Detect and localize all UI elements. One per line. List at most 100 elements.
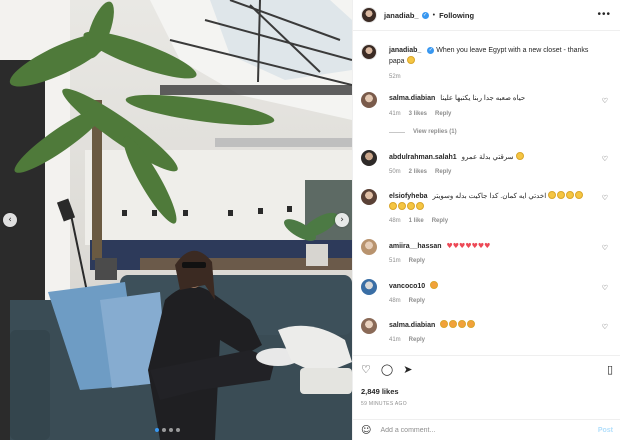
comment-text: elsiofyheba اخدتي ايه كمان. كدا جاكيت بد… — [389, 191, 597, 213]
view-replies-button[interactable]: View replies (1) — [389, 129, 457, 135]
carousel-prev-button[interactable]: ‹ — [3, 213, 17, 227]
heart-eyes-emoji — [449, 320, 458, 328]
commenter-avatar[interactable] — [361, 279, 377, 295]
face-emoji — [407, 202, 415, 210]
comment-username[interactable]: abdulrahman.salah1 — [389, 154, 457, 161]
face-emoji — [557, 191, 566, 199]
commenter-avatar[interactable] — [361, 92, 377, 108]
comment-time: 50m — [389, 169, 401, 175]
face-emoji — [416, 202, 424, 210]
heart-icon[interactable]: ♡ — [602, 194, 608, 202]
comment-meta: 41m 3 likes Reply — [389, 111, 451, 117]
comment-time: 41m — [389, 337, 401, 343]
author-avatar[interactable] — [361, 44, 377, 60]
comment-meta: 48m Reply — [389, 298, 425, 304]
heart-eyes-emoji — [458, 320, 467, 328]
more-horizontal-icon[interactable]: ••• — [597, 9, 611, 20]
caption-text: janadiab_ ✓ When you leave Egypt with a n… — [389, 46, 597, 67]
face-emoji — [548, 191, 557, 199]
following-button[interactable]: Following — [439, 11, 474, 20]
action-icons: ♡ ◯ ➤ — [361, 364, 412, 376]
chevron-right-icon: › — [340, 214, 344, 225]
comment-likes[interactable]: 1 like — [409, 218, 424, 224]
heart-icon[interactable]: ♡ — [602, 155, 608, 163]
heart-icon[interactable]: ♡ — [361, 364, 371, 376]
reply-button[interactable]: Reply — [432, 218, 448, 224]
comment-username[interactable]: elsiofyheba — [389, 193, 428, 200]
face-emoji — [398, 202, 406, 210]
carousel-dot — [162, 428, 166, 432]
post-timestamp: 59 MINUTES AGO — [361, 401, 407, 407]
caption-username[interactable]: janadiab_ — [389, 47, 421, 54]
comment-time: 51m — [389, 258, 401, 264]
chevron-left-icon: ‹ — [8, 214, 12, 225]
carousel-dot — [176, 428, 180, 432]
face-emoji — [515, 152, 524, 160]
carousel-next-button[interactable]: › — [335, 213, 349, 227]
comment-body: سرقتي بدلة عمرو — [461, 154, 514, 161]
heart-eyes-emoji — [430, 281, 439, 289]
replies-line — [389, 131, 405, 133]
send-icon[interactable]: ➤ — [403, 364, 412, 376]
reply-button[interactable]: Reply — [409, 337, 425, 343]
comment-time: 48m — [389, 298, 401, 304]
post-sidebar: janadiab_ ✓ • Following ••• janadiab_ ✓ W… — [352, 0, 620, 440]
header-separator: • — [432, 11, 436, 19]
face-emoji — [575, 191, 584, 199]
comment-time: 48m — [389, 218, 401, 224]
comment-username[interactable]: amiira__hassan — [389, 243, 442, 250]
caption-meta: 52m — [389, 74, 401, 80]
caption-time: 52m — [389, 74, 401, 80]
carousel-indicator — [155, 428, 180, 432]
comment-text: salma.diabian حياه صعبه جدا ربنا يكتبها … — [389, 94, 597, 104]
carousel-dot — [155, 428, 159, 432]
comment-text: abdulrahman.salah1 سرقتي بدلة عمرو — [389, 152, 597, 163]
comment-text: amiira__hassan ♥♥♥♥♥♥♥ — [389, 241, 597, 252]
likes-count[interactable]: 2,849 likes — [361, 387, 399, 396]
comment-meta: 50m 2 likes Reply — [389, 169, 451, 175]
reply-button[interactable]: Reply — [409, 298, 425, 304]
post-comment-button[interactable]: Post — [598, 427, 613, 434]
heart-icon[interactable]: ♡ — [602, 284, 608, 292]
comment-input[interactable] — [380, 427, 598, 434]
verified-badge-icon: ✓ — [427, 46, 435, 54]
comment-icon[interactable]: ◯ — [381, 364, 393, 376]
commenter-avatar[interactable] — [361, 318, 377, 334]
smiley-icon[interactable]: ☺ — [361, 425, 371, 436]
comment-likes[interactable]: 3 likes — [409, 111, 427, 117]
post-actions: ♡ ◯ ➤ ▯ 2,849 likes 59 MINUTES AGO ☺ Pos… — [353, 355, 620, 440]
comment-text: vancoco10 — [389, 281, 597, 292]
author-avatar[interactable] — [361, 7, 377, 23]
bookmark-icon[interactable]: ▯ — [607, 364, 613, 376]
commenter-avatar[interactable] — [361, 189, 377, 205]
verified-badge-icon: ✓ — [421, 11, 429, 19]
comment-body: اخدتي ايه كمان. كدا جاكيت بدله وسويتر — [432, 193, 547, 200]
heart-icon[interactable]: ♡ — [602, 97, 608, 105]
comment-username[interactable]: vancoco10 — [389, 283, 425, 290]
reply-button[interactable]: Reply — [409, 258, 425, 264]
reply-button[interactable]: Reply — [435, 169, 451, 175]
comment-username[interactable]: salma.diabian — [389, 95, 435, 102]
reply-button[interactable]: Reply — [435, 111, 451, 117]
commenter-avatar[interactable] — [361, 150, 377, 166]
comment-meta: 41m Reply — [389, 337, 425, 343]
comment-time: 41m — [389, 111, 401, 117]
heart-eyes-emoji — [467, 320, 476, 328]
heart-icon[interactable]: ♡ — [602, 323, 608, 331]
comments-list[interactable]: janadiab_ ✓ When you leave Egypt with a n… — [353, 32, 620, 354]
commenter-avatar[interactable] — [361, 239, 377, 255]
face-emoji — [406, 56, 415, 64]
comment-meta: 51m Reply — [389, 258, 425, 264]
author-username[interactable]: janadiab_ — [384, 11, 419, 20]
carousel-dot — [169, 428, 173, 432]
comment-likes[interactable]: 2 likes — [409, 169, 427, 175]
heart-icon[interactable]: ♡ — [602, 244, 608, 252]
add-comment-bar: ☺ Post — [353, 419, 620, 441]
post-photo[interactable]: ‹ › — [0, 0, 352, 440]
view-replies-label[interactable]: View replies (1) — [413, 129, 457, 135]
comment-username[interactable]: salma.diabian — [389, 322, 435, 329]
photo-illustration — [0, 0, 352, 440]
comment-text: salma.diabian — [389, 320, 597, 331]
face-emoji — [566, 191, 575, 199]
hearts-emoji: ♥♥♥♥♥♥♥ — [446, 242, 491, 250]
